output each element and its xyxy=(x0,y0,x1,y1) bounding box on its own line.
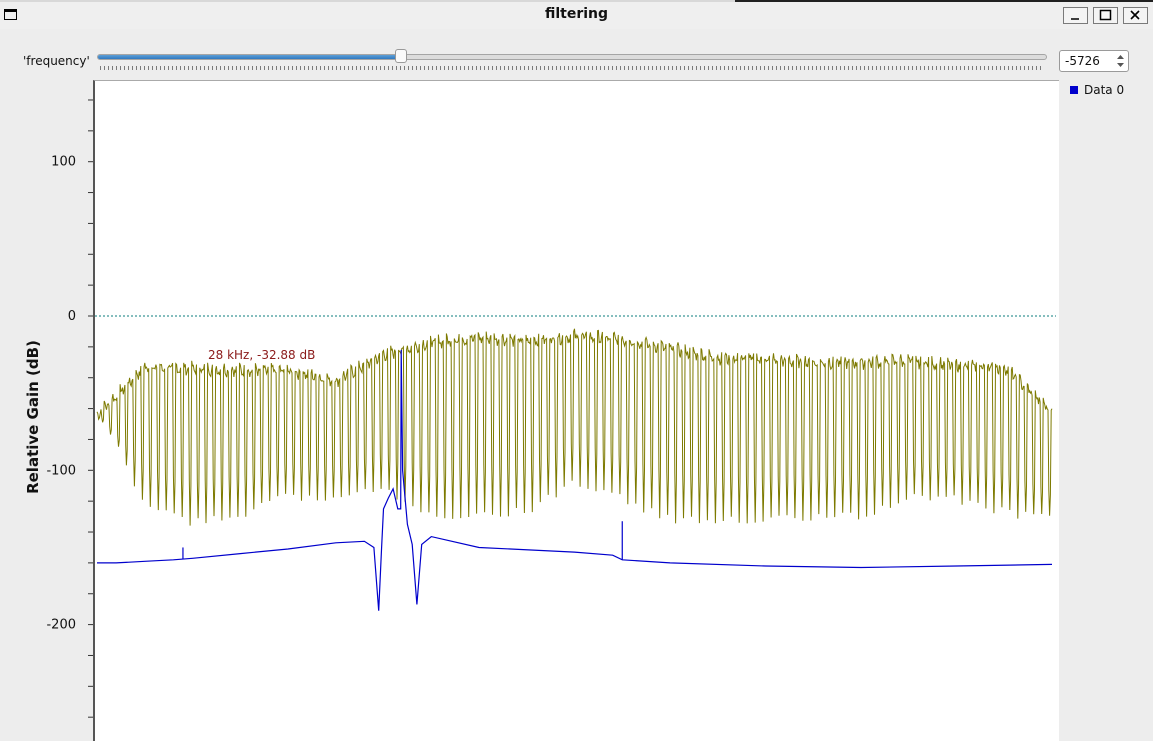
gain-chart: 100 0 -100 -200 Relative Gain (dB) 28 kHz, -3… xyxy=(24,99,1056,718)
y-axis-label: Relative Gain (dB) xyxy=(24,340,42,494)
legend-swatch xyxy=(1070,86,1078,94)
legend: Data 0 xyxy=(1070,83,1124,97)
legend-label: Data 0 xyxy=(1084,83,1125,97)
marker-annotation: 28 kHz, -32.88 dB xyxy=(208,348,315,362)
series-data0-line xyxy=(97,349,1053,611)
y-tick-label: -200 xyxy=(46,618,76,633)
y-tick-label: 100 xyxy=(51,155,76,170)
y-tick-label: 0 xyxy=(68,309,76,324)
y-tick-label: -100 xyxy=(46,463,76,478)
